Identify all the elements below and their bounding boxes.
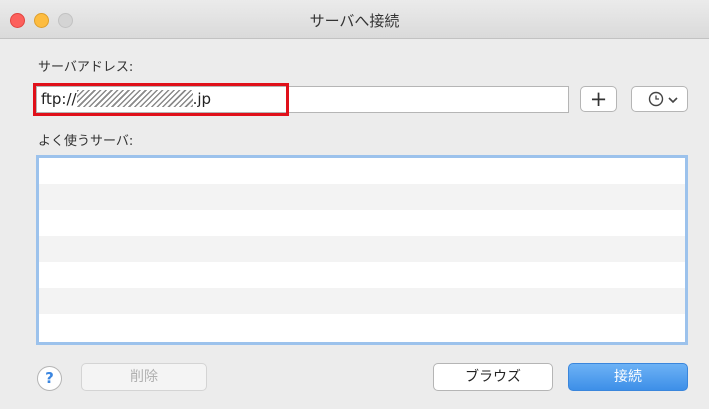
list-row[interactable]: [39, 210, 685, 236]
connect-button-label: 接続: [614, 369, 642, 385]
connect-button[interactable]: 接続: [568, 363, 688, 391]
address-highlight-box: [33, 83, 289, 116]
list-row[interactable]: [39, 236, 685, 262]
chevron-down-icon: [668, 97, 678, 104]
window-title: サーバへ接続: [309, 12, 400, 30]
list-row[interactable]: [39, 262, 685, 288]
help-button[interactable]: ?: [37, 366, 62, 391]
clock-icon: [648, 91, 664, 107]
list-row[interactable]: [39, 184, 685, 210]
plus-icon: +: [589, 87, 608, 111]
delete-button[interactable]: 削除: [81, 363, 207, 391]
list-row[interactable]: [39, 158, 685, 184]
title-bar: サーバへ接続: [0, 0, 709, 39]
delete-button-label: 削除: [130, 369, 158, 385]
list-row[interactable]: [39, 288, 685, 314]
browse-button-label: ブラウズ: [465, 369, 521, 385]
add-favorite-button[interactable]: +: [580, 86, 617, 112]
recent-servers-button[interactable]: [631, 86, 688, 112]
server-address-label: サーバアドレス:: [38, 60, 134, 75]
favorite-servers-label: よく使うサーバ:: [38, 134, 134, 149]
browse-button[interactable]: ブラウズ: [433, 363, 553, 391]
favorite-servers-list[interactable]: [36, 155, 688, 345]
connect-to-server-window: サーバへ接続 サーバアドレス: ftp://.jp + よく使うサーバ: ? 削…: [0, 0, 709, 409]
list-row[interactable]: [39, 314, 685, 340]
help-icon: ?: [45, 369, 54, 387]
